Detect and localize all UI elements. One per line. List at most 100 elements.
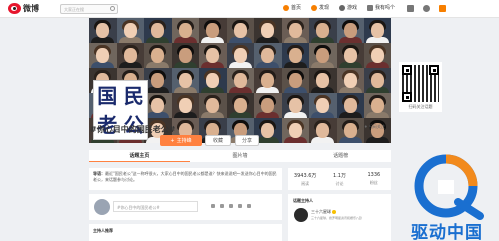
nav-user[interactable]: 我有吗个 (367, 4, 395, 11)
follow-label: 主持峰 (176, 138, 192, 144)
celebrity-photo (336, 68, 364, 93)
search-placeholder: 大家正在搜 (64, 7, 84, 12)
title-char: 国 (97, 83, 118, 108)
qr-corner (402, 92, 412, 102)
watermark-logo-icon (414, 154, 484, 220)
weibo-logo[interactable]: 微博 (8, 3, 39, 14)
celebrity-photo (336, 93, 364, 118)
favorite-button[interactable]: 收藏 (205, 135, 231, 146)
nav-game[interactable]: 游戏 (339, 4, 357, 11)
top-right-icons (407, 5, 446, 12)
nav-discover[interactable]: 发现 (311, 4, 329, 11)
watermark-text: 驱动中国 (411, 223, 483, 241)
celebrity-photo (171, 68, 199, 93)
more-icon[interactable] (247, 204, 251, 208)
nav-user-label: 我有吗个 (375, 5, 396, 11)
video-icon[interactable] (229, 204, 233, 208)
celebrity-photo (116, 43, 144, 68)
celebrity-photo (364, 93, 391, 118)
celebrity-photo (144, 93, 172, 118)
compose-icon[interactable] (439, 5, 446, 12)
celebrity-photo (309, 118, 337, 143)
share-label: 分享 (241, 138, 252, 144)
celebrity-photo (226, 93, 254, 118)
celebrity-photo (254, 43, 282, 68)
topic-stats: 3943.6万 阅读 1.1万 讨论 1336 粉丝 (288, 168, 391, 190)
celebrity-photo (199, 43, 227, 68)
mail-icon[interactable] (407, 5, 414, 12)
site-watermark: 驱动中国 (398, 150, 495, 241)
host-avatar[interactable] (294, 208, 308, 222)
celebrity-photo (281, 93, 309, 118)
main-nav: 首页 发现 游戏 我有吗个 (283, 4, 395, 11)
qr-corner (402, 65, 412, 75)
nav-discover-label: 发现 (319, 5, 330, 11)
search-icon[interactable] (110, 6, 115, 11)
user-icon (367, 4, 374, 11)
celebrity-photo (226, 43, 254, 68)
celebrity-photo (336, 118, 364, 143)
topic-tabs: 话题主页 图片墙 话题榜 (89, 150, 391, 162)
intro-label: 导语： (93, 171, 105, 176)
qr-follow-link[interactable]: ♦ 扫码关注 (364, 124, 385, 130)
tab-topic-home[interactable]: 话题主页 (89, 150, 190, 162)
nav-home-label: 首页 (291, 5, 302, 11)
topic-icon[interactable] (238, 204, 242, 208)
topic-title: #你心目中的国民老公# (90, 125, 176, 134)
celebrity-photo (226, 68, 254, 93)
qr-corner (429, 65, 439, 75)
stat-label: 阅读 (301, 181, 310, 186)
topic-intro: 导语：最近"国民老公"这一称呼很火，大家心目中的国民老公都是谁？快来说说吧～发送… (89, 168, 282, 190)
celebrity-photo (309, 18, 337, 43)
celebrity-photo (144, 68, 172, 93)
stat-discuss: 1.1万 讨论 (322, 168, 356, 190)
emoji-icon[interactable] (211, 204, 215, 208)
host-name[interactable]: 三十六星球 (311, 209, 336, 215)
share-button[interactable]: 分享 (235, 135, 259, 146)
nav-home[interactable]: 首页 (283, 4, 301, 11)
image-icon[interactable] (220, 204, 224, 208)
post-composer: #你心目中的国民老公# (89, 194, 282, 220)
logo-text: 微博 (23, 4, 39, 13)
celebrity-photo (116, 18, 144, 43)
celebrity-photo (309, 68, 337, 93)
discover-icon (311, 4, 318, 11)
host-name-text: 三十六星球 (311, 209, 331, 214)
gear-icon[interactable] (423, 5, 430, 12)
celebrity-photo (364, 43, 391, 68)
celebrity-photo (171, 43, 199, 68)
stat-value: 1336 (367, 172, 381, 178)
tab-photo-wall[interactable]: 图片墙 (190, 150, 291, 162)
title-char: 民 (123, 83, 144, 108)
celebrity-photo (254, 93, 282, 118)
celebrity-photo (309, 93, 337, 118)
celebrity-photo (171, 93, 199, 118)
search-input[interactable]: 大家正在搜 (60, 4, 118, 14)
game-icon (339, 4, 346, 11)
qr-caption: 扫码关注话题 (408, 104, 433, 109)
celebrity-photo (199, 93, 227, 118)
tab-topic-ranking[interactable]: 话题榜 (290, 150, 391, 162)
host-description: 三十六星球，搜罗明星资讯和娱乐八卦 (311, 216, 363, 220)
verified-badge-icon (332, 210, 336, 214)
composer-input[interactable]: #你心目中的国民老公# (113, 201, 198, 212)
celebrity-photo (336, 43, 364, 68)
celebrity-photo (336, 18, 364, 43)
celebrity-photo (89, 43, 117, 68)
avatar (94, 199, 110, 215)
stat-fans: 1336 粉丝 (357, 168, 391, 190)
intro-text: 最近"国民老公"这一称呼很火，大家心目中的国民老公都是谁？快来说说吧～发送你心目… (93, 171, 277, 182)
celebrity-photo (364, 118, 391, 143)
topic-host-card: 话题主持人 三十六星球 三十六星球，搜罗明星资讯和娱乐八卦 (288, 194, 391, 241)
follow-button[interactable]: + 主持峰 (160, 135, 202, 146)
stat-label: 讨论 (335, 181, 344, 186)
stat-read: 3943.6万 阅读 (288, 168, 322, 190)
celebrity-photo (309, 43, 337, 68)
favorite-label: 收藏 (212, 138, 223, 144)
nav-game-label: 游戏 (347, 5, 358, 11)
celebrity-photo (281, 118, 309, 143)
feed-heading: 主持人推荐 (89, 224, 282, 241)
plus-icon: + (170, 137, 175, 144)
host-title: 话题主持人 (293, 198, 313, 203)
celebrity-photo (281, 18, 309, 43)
